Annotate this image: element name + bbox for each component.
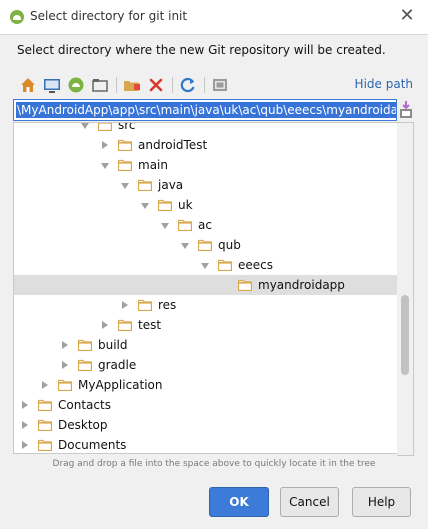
chevron-right-icon[interactable]	[102, 141, 108, 149]
toolbar-separator	[116, 77, 117, 93]
chevron-right-icon[interactable]	[122, 301, 128, 309]
chevron-down-icon[interactable]	[141, 203, 149, 209]
toolbar-separator	[172, 77, 173, 93]
tree-row-label: res	[158, 298, 177, 312]
hide-path-link[interactable]: Hide path	[355, 77, 413, 91]
delete-icon[interactable]	[146, 75, 166, 95]
chevron-right-icon[interactable]	[42, 381, 48, 389]
chevron-down-icon[interactable]	[181, 243, 189, 249]
toolbar-separator	[204, 77, 205, 93]
tree-row-label: MyApplication	[78, 378, 163, 392]
folder-icon	[218, 259, 232, 271]
title-bar: Select directory for git init ✕	[0, 0, 428, 34]
cancel-button[interactable]: Cancel	[280, 487, 339, 517]
window-title: Select directory for git init	[30, 9, 188, 23]
tree-row-label: Contacts	[58, 398, 111, 412]
tree-row[interactable]: java	[14, 175, 398, 195]
close-icon[interactable]: ✕	[396, 5, 418, 27]
tree-row[interactable]: Desktop	[14, 415, 398, 435]
tree-row[interactable]: Contacts	[14, 395, 398, 415]
dialog-description: Select directory where the new Git repos…	[17, 43, 386, 57]
tree-row[interactable]: ac	[14, 215, 398, 235]
chevron-down-icon[interactable]	[81, 123, 89, 129]
chevron-right-icon[interactable]	[22, 401, 28, 409]
download-path-icon[interactable]	[399, 101, 413, 119]
tree-row[interactable]: qub	[14, 235, 398, 255]
tree-row-label: Documents	[58, 438, 127, 452]
scrollbar-thumb[interactable]	[401, 295, 409, 375]
chevron-right-icon[interactable]	[22, 421, 28, 429]
path-input[interactable]: \MyAndroidApp\app\src\main\java\uk\ac\qu…	[13, 99, 397, 121]
tree-row-label: src	[118, 122, 136, 132]
tree-row[interactable]: MyApplication	[14, 375, 398, 395]
tree-row[interactable]: main	[14, 155, 398, 175]
tree-row[interactable]: src	[14, 122, 398, 135]
folder-icon	[238, 279, 252, 291]
tree-row[interactable]: androidTest	[14, 135, 398, 155]
chevron-right-icon[interactable]	[62, 341, 68, 349]
tree-row-label: ac	[198, 218, 212, 232]
chevron-down-icon[interactable]	[161, 223, 169, 229]
tree-row[interactable]: res	[14, 295, 398, 315]
tree-row-label: build	[98, 338, 128, 352]
folder-icon	[198, 239, 212, 251]
directory-tree[interactable]: src androidTest main java uk ac qub eeecs myandr…	[13, 122, 399, 454]
android-studio-icon	[10, 10, 24, 24]
tree-row-label: androidTest	[138, 138, 208, 152]
chevron-down-icon[interactable]	[101, 163, 109, 169]
tree-row-label: eeecs	[238, 258, 273, 272]
folder-icon	[38, 399, 52, 411]
folder-icon	[38, 439, 52, 451]
chevron-right-icon[interactable]	[62, 361, 68, 369]
tree-row-label: Desktop	[58, 418, 108, 432]
refresh-icon[interactable]	[178, 75, 198, 95]
tree-row-label: uk	[178, 198, 193, 212]
tree-row[interactable]: test	[14, 315, 398, 335]
folder-icon	[138, 179, 152, 191]
folder-icon	[58, 379, 72, 391]
tree-row-label: test	[138, 318, 162, 332]
tree-row[interactable]: build	[14, 335, 398, 355]
tree-row[interactable]: eeecs	[14, 255, 398, 275]
drag-drop-hint: Drag and drop a file into the space abov…	[52, 459, 376, 469]
help-button[interactable]: Help	[352, 487, 411, 517]
tree-row-label: gradle	[98, 358, 137, 372]
folder-icon	[78, 339, 92, 351]
new-folder-icon[interactable]	[122, 75, 142, 95]
folder-icon	[78, 359, 92, 371]
module-icon[interactable]	[90, 75, 110, 95]
chevron-right-icon[interactable]	[22, 441, 28, 449]
folder-icon	[118, 139, 132, 151]
folder-icon	[98, 123, 112, 131]
show-hidden-icon[interactable]	[210, 75, 230, 95]
tree-row-label: java	[158, 178, 184, 192]
tree-row[interactable]: Documents	[14, 435, 398, 453]
home-icon[interactable]	[18, 75, 38, 95]
folder-icon	[118, 159, 132, 171]
folder-icon	[178, 219, 192, 231]
tree-row-label: main	[138, 158, 168, 172]
chevron-down-icon[interactable]	[121, 183, 129, 189]
tree-scrollbar[interactable]	[397, 122, 414, 456]
path-text: \MyAndroidApp\app\src\main\java\uk\ac\qu…	[16, 102, 396, 118]
dialog-body: Select directory where the new Git repos…	[0, 34, 428, 529]
tree-row[interactable]: myandroidapp	[14, 275, 398, 295]
project-icon[interactable]	[66, 75, 86, 95]
folder-icon	[118, 319, 132, 331]
tree-row-label: qub	[218, 238, 241, 252]
chevron-right-icon[interactable]	[102, 321, 108, 329]
folder-icon	[38, 419, 52, 431]
folder-icon	[158, 199, 172, 211]
tree-row[interactable]: uk	[14, 195, 398, 215]
desktop-icon[interactable]	[42, 75, 62, 95]
tree-row[interactable]: gradle	[14, 355, 398, 375]
folder-icon	[138, 299, 152, 311]
tree-row-label: myandroidapp	[258, 278, 345, 292]
path-row: \MyAndroidApp\app\src\main\java\uk\ac\qu…	[13, 99, 416, 121]
ok-button[interactable]: OK	[209, 487, 269, 517]
chevron-down-icon[interactable]	[201, 263, 209, 269]
